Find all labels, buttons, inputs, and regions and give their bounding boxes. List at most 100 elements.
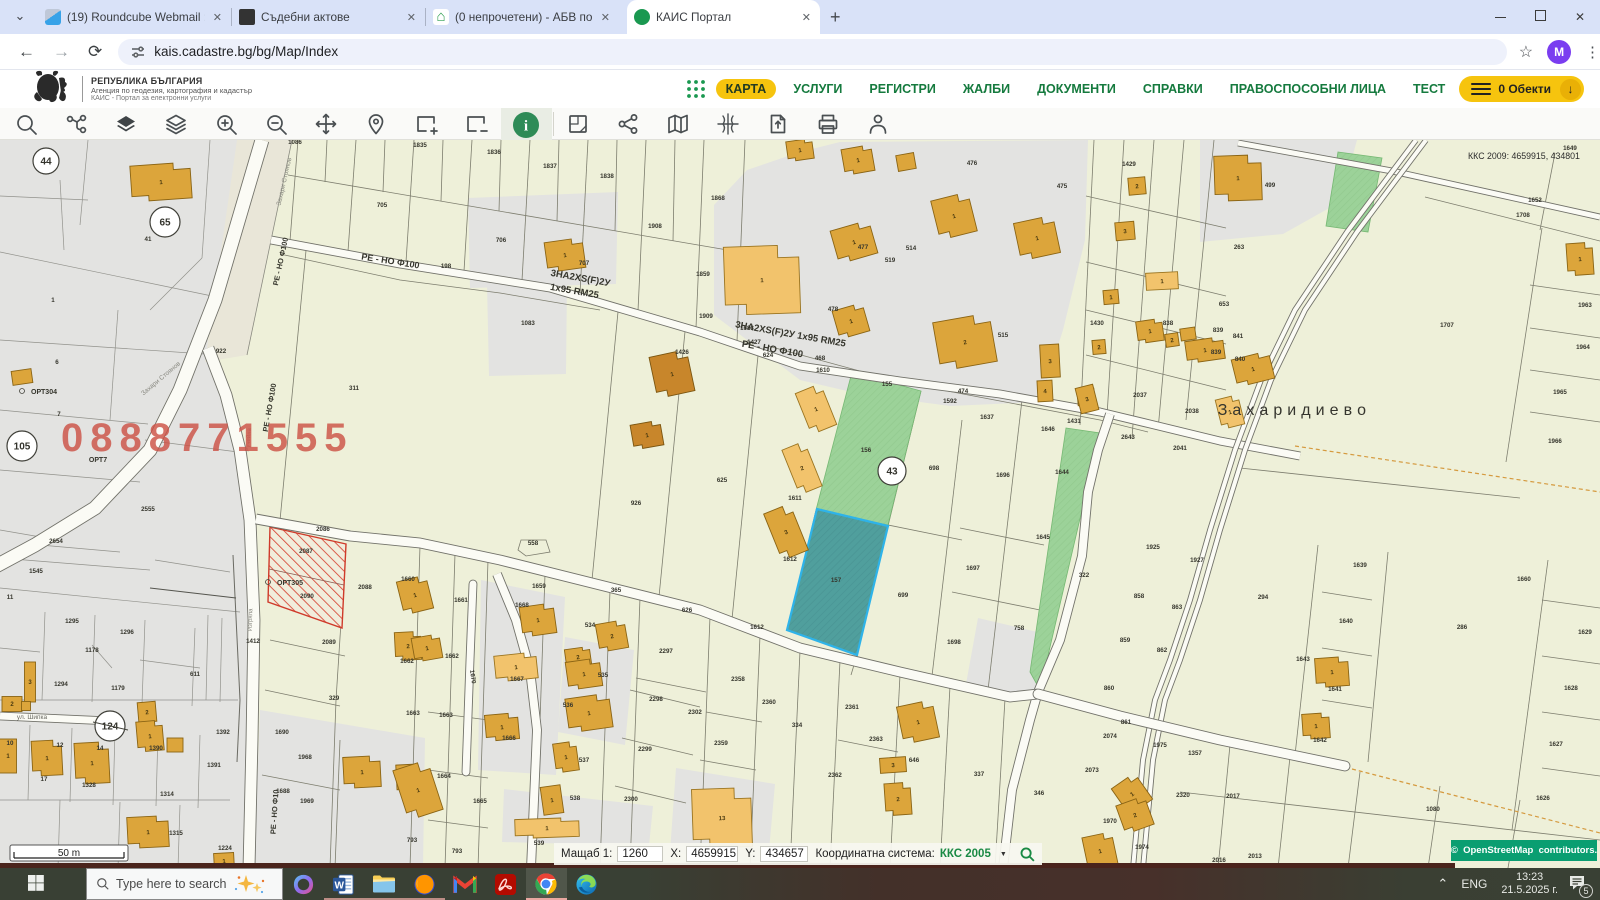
svg-text:476: 476	[967, 160, 978, 167]
svg-text:155: 155	[882, 381, 893, 388]
svg-text:758: 758	[1014, 625, 1025, 632]
svg-text:1859: 1859	[696, 271, 710, 278]
svg-text:1868: 1868	[711, 195, 725, 202]
svg-text:1: 1	[51, 297, 55, 304]
svg-text:1641: 1641	[1328, 686, 1342, 693]
svg-text:1663: 1663	[406, 710, 420, 717]
svg-text:1643: 1643	[1296, 656, 1310, 663]
svg-text:1666: 1666	[502, 735, 516, 742]
svg-text:499: 499	[1265, 182, 1276, 189]
svg-text:1667: 1667	[510, 676, 524, 683]
svg-text:2361: 2361	[845, 704, 859, 711]
svg-text:13: 13	[719, 816, 727, 822]
svg-text:1965: 1965	[1553, 389, 1567, 396]
svg-text:2299: 2299	[638, 746, 652, 753]
svg-text:1696: 1696	[996, 472, 1010, 479]
svg-text:1612: 1612	[750, 624, 764, 631]
svg-text:311: 311	[349, 385, 360, 392]
svg-text:468: 468	[815, 355, 826, 362]
svg-text:1178: 1178	[85, 647, 99, 654]
svg-text:1974: 1974	[1135, 844, 1149, 851]
svg-text:1392: 1392	[216, 729, 230, 736]
svg-text:625: 625	[717, 477, 728, 484]
svg-text:2298: 2298	[649, 696, 663, 703]
svg-text:861: 861	[1121, 719, 1132, 726]
svg-text:198: 198	[441, 263, 452, 270]
svg-text:474: 474	[958, 388, 969, 395]
svg-text:1660: 1660	[1517, 576, 1531, 583]
svg-text:1836: 1836	[487, 149, 501, 156]
svg-text:698: 698	[929, 465, 940, 472]
svg-text:1665: 1665	[473, 798, 487, 805]
svg-text:1295: 1295	[65, 618, 79, 625]
svg-text:705: 705	[377, 202, 388, 209]
svg-text:1086: 1086	[288, 140, 302, 146]
svg-text:1626: 1626	[1536, 795, 1550, 802]
svg-text:157: 157	[831, 577, 842, 584]
svg-text:2013: 2013	[1248, 853, 1262, 860]
svg-text:1296: 1296	[120, 629, 134, 636]
svg-text:2041: 2041	[1173, 445, 1187, 452]
svg-text:922: 922	[216, 348, 227, 355]
svg-text:1707: 1707	[1440, 322, 1454, 329]
svg-text:ОРТ305: ОРТ305	[277, 580, 303, 587]
svg-text:539: 539	[534, 840, 545, 847]
svg-text:6: 6	[55, 359, 59, 366]
svg-text:1662: 1662	[400, 658, 414, 665]
svg-text:926: 926	[631, 500, 642, 507]
svg-text:ОРТ304: ОРТ304	[31, 389, 57, 396]
svg-text:2037: 2037	[1133, 392, 1147, 399]
svg-text:2016: 2016	[1212, 857, 1226, 864]
svg-text:1391: 1391	[207, 762, 221, 769]
svg-text:2358: 2358	[731, 676, 745, 683]
svg-text:478: 478	[828, 306, 839, 313]
svg-text:1294: 1294	[54, 681, 68, 688]
svg-text:514: 514	[906, 245, 917, 252]
svg-text:2297: 2297	[659, 648, 673, 655]
svg-text:534: 534	[585, 622, 596, 629]
svg-text:346: 346	[1034, 790, 1045, 797]
svg-text:156: 156	[861, 447, 872, 454]
svg-text:2359: 2359	[714, 740, 728, 747]
svg-text:1966: 1966	[1548, 438, 1562, 445]
svg-text:1908: 1908	[648, 223, 662, 230]
svg-text:337: 337	[974, 771, 985, 778]
svg-text:1646: 1646	[1041, 426, 1055, 433]
svg-text:515: 515	[998, 332, 1009, 339]
svg-text:286: 286	[1457, 624, 1468, 631]
svg-text:2363: 2363	[869, 736, 883, 743]
svg-text:475: 475	[1057, 183, 1068, 190]
svg-text:1315: 1315	[169, 830, 183, 837]
svg-text:706: 706	[496, 237, 507, 244]
svg-text:862: 862	[1157, 647, 1168, 654]
svg-text:2362: 2362	[828, 772, 842, 779]
svg-text:860: 860	[1104, 685, 1115, 692]
svg-text:793: 793	[407, 837, 418, 844]
svg-text:1663: 1663	[439, 712, 453, 719]
svg-text:41: 41	[145, 236, 152, 243]
svg-text:1640: 1640	[1339, 618, 1353, 625]
svg-text:1545: 1545	[29, 568, 43, 575]
svg-text:W: W	[335, 880, 345, 891]
svg-text:ККС 2009: 4659915, 434801: ККС 2009: 4659915, 434801	[1468, 151, 1580, 161]
svg-text:2654: 2654	[49, 538, 63, 545]
svg-text:793: 793	[452, 848, 463, 855]
svg-text:1697: 1697	[966, 565, 980, 572]
svg-text:2088: 2088	[358, 584, 372, 591]
svg-text:294: 294	[1258, 594, 1269, 601]
svg-text:1426: 1426	[675, 349, 689, 356]
svg-text:537: 537	[579, 757, 590, 764]
svg-text:839: 839	[1211, 349, 1222, 356]
svg-text:1083: 1083	[521, 320, 535, 327]
svg-text:1661: 1661	[454, 597, 468, 604]
svg-text:329: 329	[329, 695, 340, 702]
svg-text:2017: 2017	[1226, 793, 1240, 800]
svg-text:1659: 1659	[532, 583, 546, 590]
svg-text:11: 11	[7, 594, 14, 601]
svg-text:0888771555: 0888771555	[61, 416, 353, 460]
svg-text:2073: 2073	[1085, 767, 1099, 774]
svg-text:1592: 1592	[943, 398, 957, 405]
svg-text:611: 611	[190, 671, 201, 678]
svg-text:535: 535	[598, 672, 609, 679]
svg-text:1664: 1664	[437, 773, 451, 780]
